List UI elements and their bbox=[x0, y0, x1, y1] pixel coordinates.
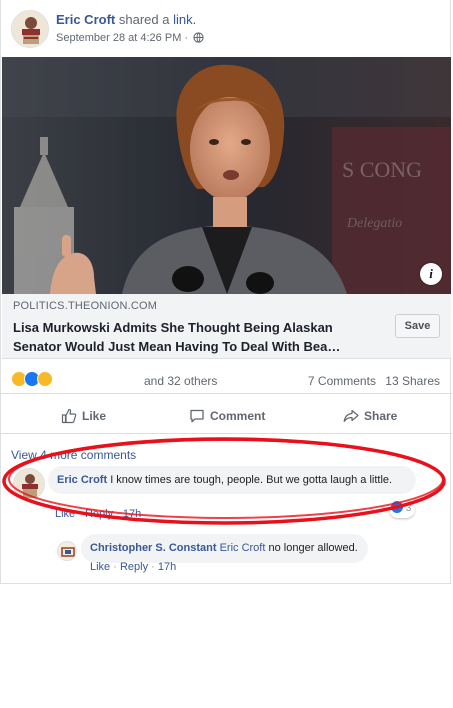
action-link[interactable]: link. bbox=[173, 12, 196, 27]
share-button[interactable]: Share bbox=[343, 406, 397, 428]
thumbs-up-icon bbox=[61, 408, 77, 424]
separator: · bbox=[116, 508, 123, 520]
comment-reaction-badge[interactable]: 3 bbox=[389, 500, 416, 518]
comment-avatar[interactable] bbox=[13, 468, 45, 500]
separator: · bbox=[151, 561, 158, 573]
post-stats: and 32 others 7 Comments 13 Shares bbox=[1, 366, 452, 394]
reply-avatar[interactable] bbox=[57, 541, 77, 561]
comment-label: Comment bbox=[210, 409, 266, 423]
post-actions: Like Comment Share bbox=[1, 400, 452, 434]
link-preview-image[interactable]: S CONG Delegatio i bbox=[2, 57, 451, 294]
separator: · bbox=[113, 561, 120, 573]
link-title[interactable]: Lisa Murkowski Admits She Thought Being … bbox=[13, 318, 381, 356]
speech-bubble-icon bbox=[190, 409, 204, 423]
like-button[interactable]: Like bbox=[61, 406, 106, 428]
post-meta: September 28 at 4:26 PM · bbox=[56, 32, 204, 44]
reply-text: no longer allowed. bbox=[268, 542, 358, 554]
comment-button[interactable]: Comment bbox=[189, 406, 265, 428]
comment-time[interactable]: 17h bbox=[123, 508, 141, 520]
comment-reply-link[interactable]: Reply bbox=[85, 508, 113, 520]
author-avatar[interactable] bbox=[11, 10, 49, 48]
globe-icon bbox=[193, 32, 204, 43]
comment-author[interactable]: Eric Croft bbox=[57, 474, 107, 486]
share-arrow-icon bbox=[343, 409, 359, 423]
reply-bubble: Christopher S. Constant Eric Croft no lo… bbox=[81, 534, 368, 563]
reaction-others[interactable]: and 32 others bbox=[144, 374, 217, 388]
link-domain: POLITICS.THEONION.COM bbox=[13, 300, 158, 312]
comment-share-counts: 7 Comments 13 Shares bbox=[308, 374, 440, 388]
comment-like-link[interactable]: Like bbox=[55, 508, 75, 520]
comment-reaction-count: 3 bbox=[405, 503, 412, 514]
wow-icon bbox=[37, 371, 53, 387]
reply-like-link[interactable]: Like bbox=[90, 561, 110, 573]
svg-text:Delegatio: Delegatio bbox=[346, 216, 402, 231]
action-text: shared a bbox=[118, 12, 170, 27]
post-timestamp[interactable]: September 28 at 4:26 PM · bbox=[56, 32, 188, 44]
comment-bubble: Eric Croft I know times are tough, peopl… bbox=[48, 466, 416, 494]
post-card: Eric Croft shared a link. September 28 a… bbox=[0, 0, 452, 584]
reply-meta: Like · Reply · 17h bbox=[90, 561, 176, 573]
shares-count[interactable]: 13 Shares bbox=[385, 374, 440, 388]
reply-reply-link[interactable]: Reply bbox=[120, 561, 148, 573]
reply-time[interactable]: 17h bbox=[158, 561, 176, 573]
author-line: Eric Croft shared a link. bbox=[56, 12, 196, 27]
comment-meta: Like · Reply · 17h bbox=[55, 508, 141, 520]
comments-count[interactable]: 7 Comments bbox=[308, 374, 376, 388]
like-label: Like bbox=[82, 409, 107, 423]
comment-text: I know times are tough, people. But we g… bbox=[110, 474, 393, 486]
author-name[interactable]: Eric Croft bbox=[56, 12, 115, 27]
share-label: Share bbox=[364, 409, 398, 423]
view-more-comments[interactable]: View 4 more comments bbox=[11, 448, 136, 462]
senator-photo: S CONG Delegatio bbox=[2, 57, 451, 294]
svg-text:S CONG: S CONG bbox=[342, 157, 422, 182]
reply-mention[interactable]: Eric Croft bbox=[220, 542, 266, 554]
like-icon bbox=[391, 501, 403, 513]
separator: · bbox=[78, 508, 85, 520]
link-preview-caption[interactable]: POLITICS.THEONION.COM Lisa Murkowski Adm… bbox=[2, 294, 451, 359]
info-icon[interactable]: i bbox=[420, 263, 442, 285]
post-header: Eric Croft shared a link. September 28 a… bbox=[11, 10, 441, 50]
reply-author[interactable]: Christopher S. Constant bbox=[90, 542, 217, 554]
save-button[interactable]: Save bbox=[395, 314, 440, 338]
